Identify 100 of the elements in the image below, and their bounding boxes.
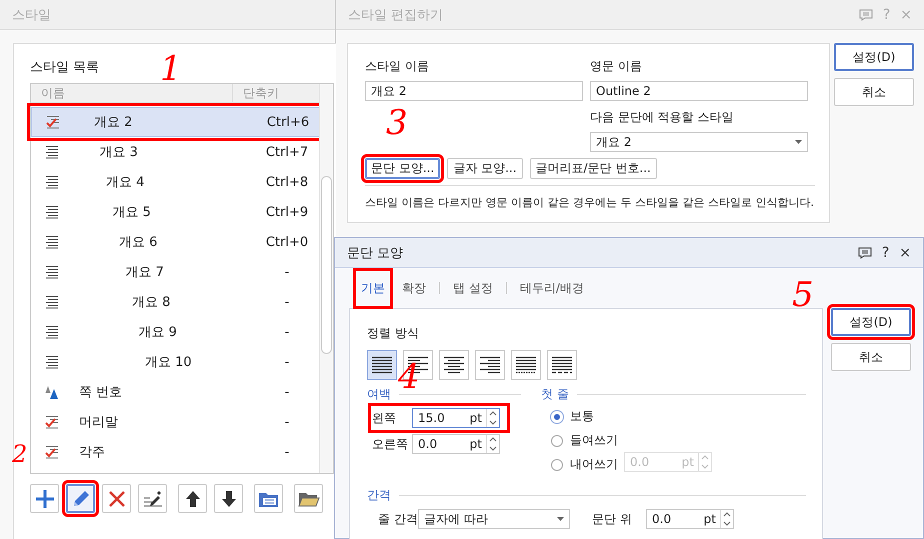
dialog-button[interactable]: 글머리표/문단 번호...: [530, 158, 657, 179]
radio-label: 보통: [570, 408, 594, 425]
dialog-button[interactable]: 설정(D): [834, 43, 914, 71]
toolbar-button[interactable]: [178, 484, 207, 513]
radio-label: 내어쓰기: [570, 456, 618, 473]
section-title: 첫 줄: [541, 386, 569, 402]
paragraph-style-icon: [45, 355, 59, 369]
align-right-icon: [478, 355, 502, 375]
field-label: 스타일 이름: [365, 58, 429, 75]
shortcut-text: -: [284, 324, 290, 340]
alignment-button[interactable]: [439, 350, 469, 380]
paragraph-style-icon: [45, 295, 59, 309]
spin-arrows-icon: [486, 409, 499, 427]
shortcut-text: -: [284, 384, 290, 400]
line-spacing-dropdown[interactable]: 글자에 따라: [418, 509, 570, 529]
radio-button[interactable]: [551, 434, 563, 446]
tab[interactable]: 테두리/배경: [516, 272, 588, 304]
eyedropper-icon: [142, 488, 162, 508]
alignment-button[interactable]: [475, 350, 505, 380]
shortcut-text: Ctrl+7: [264, 144, 310, 160]
toolbar-button[interactable]: [214, 484, 243, 513]
dialog-button[interactable]: 글자 모양...: [447, 158, 523, 179]
style-list-item[interactable]: 개요 9 -: [31, 317, 321, 347]
shortcut-text: Ctrl+8: [264, 174, 310, 190]
window-title: 스타일 편집하기: [348, 6, 444, 24]
style-list-item[interactable]: 개요 6 Ctrl+0: [31, 227, 321, 257]
title-bar-button[interactable]: ?: [882, 244, 890, 260]
style-list-item[interactable]: 개요 5 Ctrl+9: [31, 197, 321, 227]
shortcut-text: Ctrl+9: [264, 204, 310, 220]
align-center-icon: [442, 355, 466, 375]
radio-button[interactable]: [551, 458, 563, 470]
align-divide-icon: [550, 355, 574, 375]
field-label: 줄 간격: [378, 510, 418, 528]
style-name: 개요 4: [105, 174, 146, 191]
checked-style-icon: [45, 445, 59, 459]
style-list-item[interactable]: 개요 3 Ctrl+7: [31, 137, 321, 167]
paragraph-style-icon: [45, 145, 59, 159]
plus-icon: [34, 488, 54, 508]
alignment-button[interactable]: [367, 350, 397, 380]
tab[interactable]: 탭 설정: [449, 272, 497, 304]
shortcut-text: Ctrl+6: [266, 114, 310, 130]
next-style-dropdown[interactable]: 개요 2: [590, 132, 808, 152]
style-name: 개요 8: [131, 294, 172, 311]
paragraph-style-icon: [45, 265, 59, 279]
dialog-button[interactable]: 취소: [834, 78, 914, 106]
radio-label: 들여쓰기: [570, 432, 618, 449]
annotation-number: 4: [398, 360, 420, 394]
caret-icon: [557, 517, 564, 521]
paragraph-style-icon: [45, 325, 59, 339]
shortcut-text: Ctrl+0: [264, 234, 310, 250]
caret-icon: [795, 140, 802, 144]
alignment-button[interactable]: [547, 350, 577, 380]
dialog-button[interactable]: 취소: [831, 343, 911, 371]
annotation-number: 3: [386, 106, 408, 140]
shortcut-text: -: [284, 414, 290, 430]
alignment-button[interactable]: [511, 350, 541, 380]
style-list-item[interactable]: 개요 10 -: [31, 347, 321, 377]
style-list-item[interactable]: 각주 -: [31, 437, 321, 467]
style-list-item[interactable]: 개요 7 -: [31, 257, 321, 287]
english-name-field[interactable]: Outline 2: [590, 81, 808, 101]
field-label: 영문 이름: [590, 58, 642, 75]
number-field[interactable]: 0.0 pt: [646, 509, 734, 529]
style-name-field[interactable]: 개요 2: [365, 81, 583, 101]
toolbar-button[interactable]: [294, 484, 323, 513]
spin-arrows-icon: [698, 453, 711, 471]
checked-style-icon: [46, 115, 60, 129]
checked-style-icon: [45, 415, 59, 429]
section-title: 간격: [367, 486, 391, 504]
group-label: 정렬 방식: [367, 325, 419, 342]
shortcut-text: -: [284, 294, 290, 310]
toolbar-button[interactable]: [138, 484, 167, 513]
character-style-icon: [45, 385, 59, 399]
number-field[interactable]: 15.0 pt: [412, 408, 500, 428]
scrollbar[interactable]: [319, 84, 333, 473]
style-list-item[interactable]: 머리말 -: [31, 407, 321, 437]
section-title: 여백: [367, 386, 391, 402]
style-name: 개요 2: [93, 114, 134, 131]
style-name: 개요 3: [98, 144, 139, 161]
align-justify-icon: [370, 355, 394, 375]
spin-arrows-icon: [486, 435, 499, 453]
number-field[interactable]: 0.0 pt: [412, 434, 500, 454]
style-name: 각주: [79, 444, 106, 461]
field-label: 왼쪽: [372, 410, 397, 426]
close-icon: [106, 488, 126, 508]
style-list-item[interactable]: 개요 4 Ctrl+8: [31, 167, 321, 197]
style-name: 쪽 번호: [79, 384, 124, 401]
style-name: 개요 5: [112, 204, 152, 221]
memo-icon[interactable]: [858, 246, 872, 258]
style-list-item[interactable]: 쪽 번호 -: [31, 377, 321, 407]
shortcut-text: -: [284, 264, 290, 280]
title-bar-button[interactable]: ×: [899, 244, 911, 260]
paragraph-style-icon: [45, 175, 59, 189]
style-list-item[interactable]: 개요 8 -: [31, 287, 321, 317]
annotation-number: 5: [792, 278, 814, 312]
style-name: 개요 6: [118, 234, 158, 251]
tab[interactable]: 확장: [398, 272, 430, 304]
shortcut-text: -: [284, 444, 290, 460]
annotation-number: 2: [12, 442, 28, 466]
field-label: 문단 위: [592, 510, 633, 528]
window-title: 문단 모양: [347, 244, 404, 262]
